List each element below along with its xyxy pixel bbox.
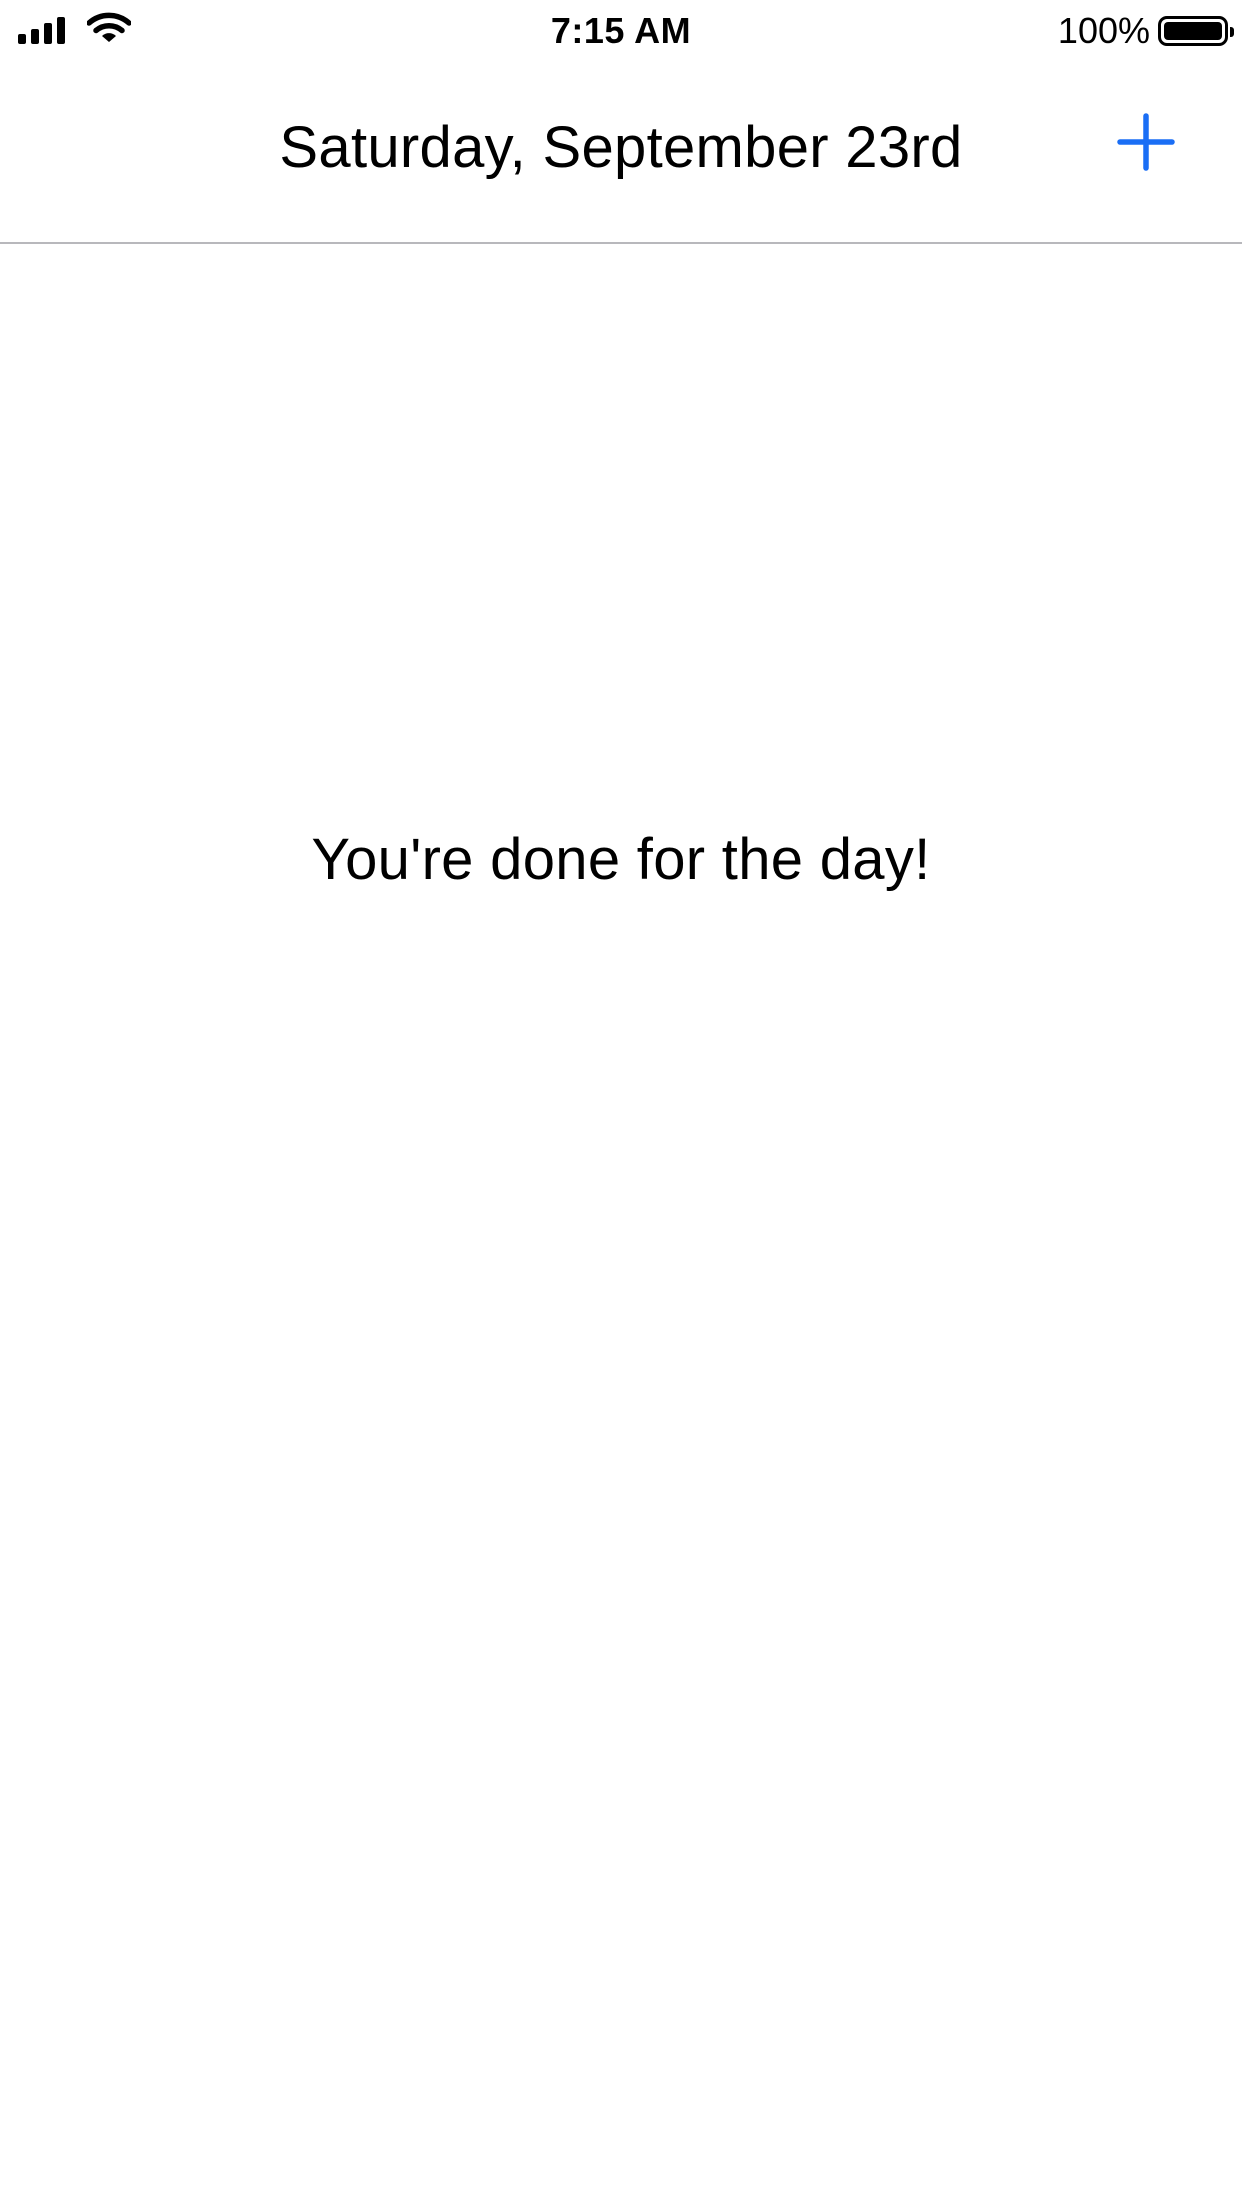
battery-fill: [1164, 22, 1222, 40]
battery-icon: [1158, 16, 1234, 46]
empty-state-message: You're done for the day!: [311, 827, 931, 892]
status-bar: 7:15 AM 100%: [0, 0, 1242, 62]
add-button[interactable]: [1116, 112, 1176, 172]
battery-percentage: 100%: [1057, 10, 1150, 51]
status-time: 7:15 AM: [550, 10, 692, 51]
plus-icon: [1117, 113, 1175, 171]
navigation-bar: Saturday, September 23rd: [0, 62, 1242, 244]
page-title: Saturday, September 23rd: [279, 115, 963, 180]
status-right: 100%: [1057, 10, 1234, 52]
battery-cap: [1230, 27, 1234, 37]
